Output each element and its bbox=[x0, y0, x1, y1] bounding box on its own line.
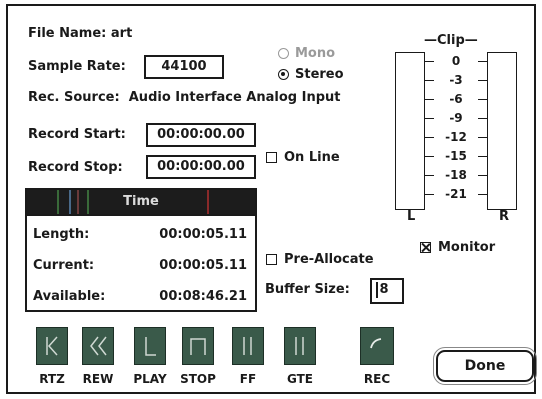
meter-tick: -12 bbox=[425, 130, 487, 144]
on-line-checkbox[interactable]: On Line bbox=[266, 150, 340, 165]
time-row-value: 00:00:05.11 bbox=[159, 258, 247, 273]
rec-source-value[interactable]: Audio Interface Analog Input bbox=[129, 90, 341, 105]
rew-button[interactable] bbox=[82, 327, 114, 365]
record-stop-label: Record Stop: bbox=[28, 160, 123, 175]
meter-left-channel bbox=[395, 52, 425, 210]
time-row-length: Length: 00:00:05.11 bbox=[33, 227, 247, 242]
rtz-label: RTZ bbox=[39, 372, 65, 386]
text-cursor bbox=[376, 281, 378, 298]
file-name-row: File Name: art bbox=[28, 26, 132, 41]
header-stripe bbox=[87, 190, 89, 214]
on-line-checkbox-box bbox=[266, 152, 277, 163]
pre-allocate-checkbox-label: Pre-Allocate bbox=[284, 252, 374, 267]
rtz-button[interactable] bbox=[36, 327, 68, 365]
meter-tick: -18 bbox=[425, 168, 487, 182]
pre-allocate-checkbox[interactable]: Pre-Allocate bbox=[266, 252, 374, 267]
header-stripe bbox=[57, 190, 59, 214]
mono-radio[interactable]: Mono bbox=[278, 46, 335, 61]
rec-source-row: Rec. Source: Audio Interface Analog Inpu… bbox=[28, 90, 340, 105]
buffer-size-field[interactable]: 8 bbox=[370, 278, 404, 304]
file-name-label: File Name: bbox=[28, 26, 107, 41]
mono-radio-indicator bbox=[278, 48, 289, 59]
sample-rate-label: Sample Rate: bbox=[28, 59, 126, 74]
meter-tick: -3 bbox=[425, 73, 487, 87]
gte-label: GTE bbox=[286, 372, 314, 386]
gte-button[interactable] bbox=[284, 327, 316, 365]
buffer-size-value: 8 bbox=[379, 282, 389, 297]
time-row-available: Available: 00:08:46.21 bbox=[33, 289, 247, 304]
record-stop-field[interactable]: 00:00:00.00 bbox=[146, 155, 256, 179]
rec-source-label: Rec. Source: bbox=[28, 90, 120, 105]
buffer-size-label: Buffer Size: bbox=[265, 282, 350, 297]
meter-left-label: L bbox=[407, 209, 416, 224]
stop-label: STOP bbox=[180, 372, 216, 386]
rew-label: REW bbox=[82, 372, 114, 386]
rewind-icon bbox=[90, 336, 107, 356]
on-line-checkbox-label: On Line bbox=[284, 150, 340, 165]
meter-tick: -15 bbox=[425, 149, 487, 163]
record-icon bbox=[370, 338, 382, 349]
time-row-value: 00:00:05.11 bbox=[159, 227, 247, 242]
meter-right-label: R bbox=[499, 209, 510, 224]
pre-allocate-checkbox-box bbox=[266, 254, 277, 265]
done-button[interactable]: Done bbox=[433, 347, 537, 385]
stereo-radio[interactable]: Stereo bbox=[278, 67, 344, 82]
stereo-radio-indicator bbox=[278, 69, 289, 80]
meter-tick: -21 bbox=[425, 187, 487, 201]
ff-button[interactable] bbox=[232, 327, 264, 365]
monitor-checkbox-box bbox=[420, 242, 431, 253]
rec-button[interactable] bbox=[360, 327, 394, 365]
clip-label: Clip bbox=[437, 33, 465, 48]
meter-tick: -9 bbox=[425, 111, 487, 125]
go-to-end-icon bbox=[295, 337, 304, 355]
time-row-label: Length: bbox=[33, 227, 90, 242]
clip-indicator: —Clip— bbox=[424, 33, 478, 48]
monitor-checkbox[interactable]: Monitor bbox=[420, 240, 495, 255]
meter-scale: 0 -3 -6 -9 -12 -15 -18 -21 bbox=[425, 52, 487, 210]
sample-rate-field[interactable]: 44100 bbox=[144, 55, 224, 79]
return-to-zero-icon bbox=[46, 336, 58, 356]
play-icon bbox=[145, 337, 156, 356]
stereo-radio-label: Stereo bbox=[295, 67, 344, 82]
ff-label: FF bbox=[239, 372, 257, 386]
time-row-value: 00:08:46.21 bbox=[159, 289, 247, 304]
monitor-checkbox-label: Monitor bbox=[438, 240, 496, 255]
time-row-label: Current: bbox=[33, 258, 95, 273]
meter-tick: -6 bbox=[425, 92, 487, 106]
rec-label: REC bbox=[363, 372, 391, 386]
mono-radio-label: Mono bbox=[295, 46, 336, 61]
time-row-current: Current: 00:00:05.11 bbox=[33, 258, 247, 273]
time-panel-header: Time bbox=[27, 190, 255, 216]
record-start-field[interactable]: 00:00:00.00 bbox=[146, 123, 256, 147]
header-stripe bbox=[77, 190, 79, 214]
record-start-label: Record Start: bbox=[28, 127, 126, 142]
fast-forward-icon bbox=[243, 337, 252, 355]
meter-right-channel bbox=[487, 52, 517, 210]
file-name-value: art bbox=[110, 26, 133, 41]
play-label: PLAY bbox=[133, 372, 167, 386]
header-stripe bbox=[69, 190, 71, 214]
header-stripe bbox=[207, 190, 209, 214]
stop-button[interactable] bbox=[182, 327, 214, 365]
play-button[interactable] bbox=[134, 327, 166, 365]
time-panel-title: Time bbox=[123, 194, 159, 209]
stop-icon bbox=[190, 338, 206, 355]
meter-tick: 0 bbox=[425, 54, 487, 68]
time-row-label: Available: bbox=[33, 289, 106, 304]
time-panel: Time Length: 00:00:05.11 Current: 00:00:… bbox=[25, 188, 257, 312]
